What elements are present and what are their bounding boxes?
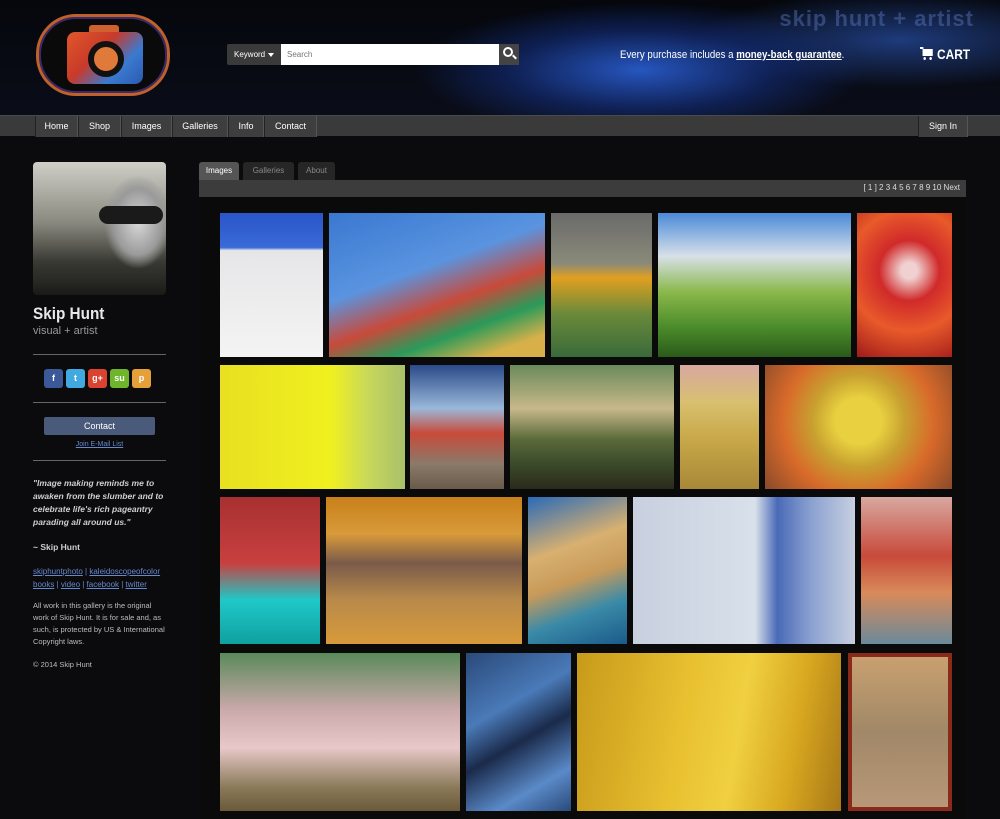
camera-logo-lens <box>88 41 124 77</box>
nav-item-home[interactable]: Home <box>35 116 78 137</box>
divider <box>33 460 166 461</box>
tab-galleries[interactable]: Galleries <box>243 162 294 180</box>
stumbleupon-icon[interactable]: su <box>110 369 129 388</box>
thumb-carousel-horse[interactable] <box>680 365 759 489</box>
promo-suffix: . <box>841 49 845 61</box>
main-nav: Home Shop Images Galleries Info Contact … <box>0 115 1000 137</box>
thumb-mossy-tree[interactable] <box>510 365 674 489</box>
twitter-icon[interactable]: t <box>66 369 85 388</box>
camera-logo[interactable] <box>36 14 170 96</box>
promo-text: Every purchase includes a money-back gua… <box>620 49 844 61</box>
site-header: skip hunt + artist Keyword Every purchas… <box>0 0 1000 116</box>
search-scope-dropdown[interactable]: Keyword <box>227 44 281 65</box>
artist-name: Skip Hunt <box>33 304 105 323</box>
thumb-red-glass[interactable] <box>857 213 952 357</box>
thumb-yellow-tree[interactable] <box>220 365 405 489</box>
link-skiphuntphoto[interactable]: skiphuntphoto <box>33 567 83 576</box>
divider <box>33 354 166 355</box>
nav-item-galleries[interactable]: Galleries <box>172 116 228 137</box>
thumb-turquoise-door[interactable] <box>220 497 320 644</box>
link-twitter[interactable]: twitter <box>126 580 147 589</box>
thumb-old-car[interactable] <box>220 653 460 811</box>
thumb-street-clouds[interactable] <box>410 365 504 489</box>
brand-watermark: skip hunt + artist <box>779 6 974 31</box>
sign-in-link[interactable]: Sign In <box>918 116 968 137</box>
artist-subtitle: visual + artist <box>33 325 98 337</box>
thumb-beach[interactable] <box>528 497 627 644</box>
copyright-line: © 2014 Skip Hunt <box>33 660 92 669</box>
pinterest-icon[interactable]: p <box>132 369 151 388</box>
divider <box>33 402 166 403</box>
search-input[interactable] <box>281 44 499 65</box>
thumb-blue-wall[interactable] <box>633 497 855 644</box>
search-scope-label: Keyword <box>234 50 266 59</box>
promo-prefix: Every purchase includes a <box>620 49 734 61</box>
nav-item-info[interactable]: Info <box>228 116 264 137</box>
thumb-golden-monk[interactable] <box>577 653 841 811</box>
thumb-rooftops[interactable] <box>861 497 952 644</box>
nav-item-contact[interactable]: Contact <box>264 116 317 137</box>
thumb-papel-picado[interactable] <box>329 213 545 357</box>
google-plus-icon[interactable]: g+ <box>88 369 107 388</box>
social-icons: f t g+ su p <box>44 369 166 388</box>
avatar <box>33 162 166 295</box>
thumb-palm-valley[interactable] <box>658 213 851 357</box>
cart-label: CART <box>937 46 971 62</box>
artist-quote: "Image making reminds me to awaken from … <box>33 478 164 527</box>
cart-button[interactable]: CART <box>920 46 970 62</box>
guarantee-link[interactable]: money-back guarantee <box>736 49 841 61</box>
copyright-notice: All work in this gallery is the original… <box>33 601 165 646</box>
thumb-white-sands[interactable] <box>220 213 323 357</box>
thumb-yellow-sari[interactable] <box>551 213 652 357</box>
tab-images[interactable]: Images <box>199 162 239 180</box>
pagination-bar: [ 1 ] 2 3 4 5 6 7 8 9 10 Next <box>199 180 966 197</box>
cart-icon <box>920 47 934 61</box>
pagination[interactable]: [ 1 ] 2 3 4 5 6 7 8 9 10 Next <box>863 183 960 192</box>
search-bar: Keyword <box>227 44 519 65</box>
chevron-down-icon <box>268 52 275 57</box>
join-email-link[interactable]: Join E-Mail List <box>33 441 166 448</box>
nav-item-shop[interactable]: Shop <box>78 116 121 137</box>
thumb-cracked-glass[interactable] <box>848 653 952 811</box>
sidebar: Skip Hunt visual + artist f t g+ su p Co… <box>33 162 166 671</box>
facebook-icon[interactable]: f <box>44 369 63 388</box>
thumb-blue-glass[interactable] <box>466 653 571 811</box>
image-grid <box>199 197 966 819</box>
search-button[interactable] <box>499 44 519 65</box>
thumb-stones[interactable] <box>326 497 522 644</box>
link-facebook[interactable]: facebook <box>87 580 119 589</box>
tab-about[interactable]: About <box>298 162 335 180</box>
thumb-rust-circle[interactable] <box>765 365 952 489</box>
link-video[interactable]: video <box>61 580 80 589</box>
quote-signature: ~ Skip Hunt <box>33 542 80 552</box>
nav-item-images[interactable]: Images <box>121 116 172 137</box>
contact-button[interactable]: Contact <box>44 417 155 435</box>
external-links: skiphuntphoto | kaleidoscopeofcolor book… <box>33 567 161 589</box>
